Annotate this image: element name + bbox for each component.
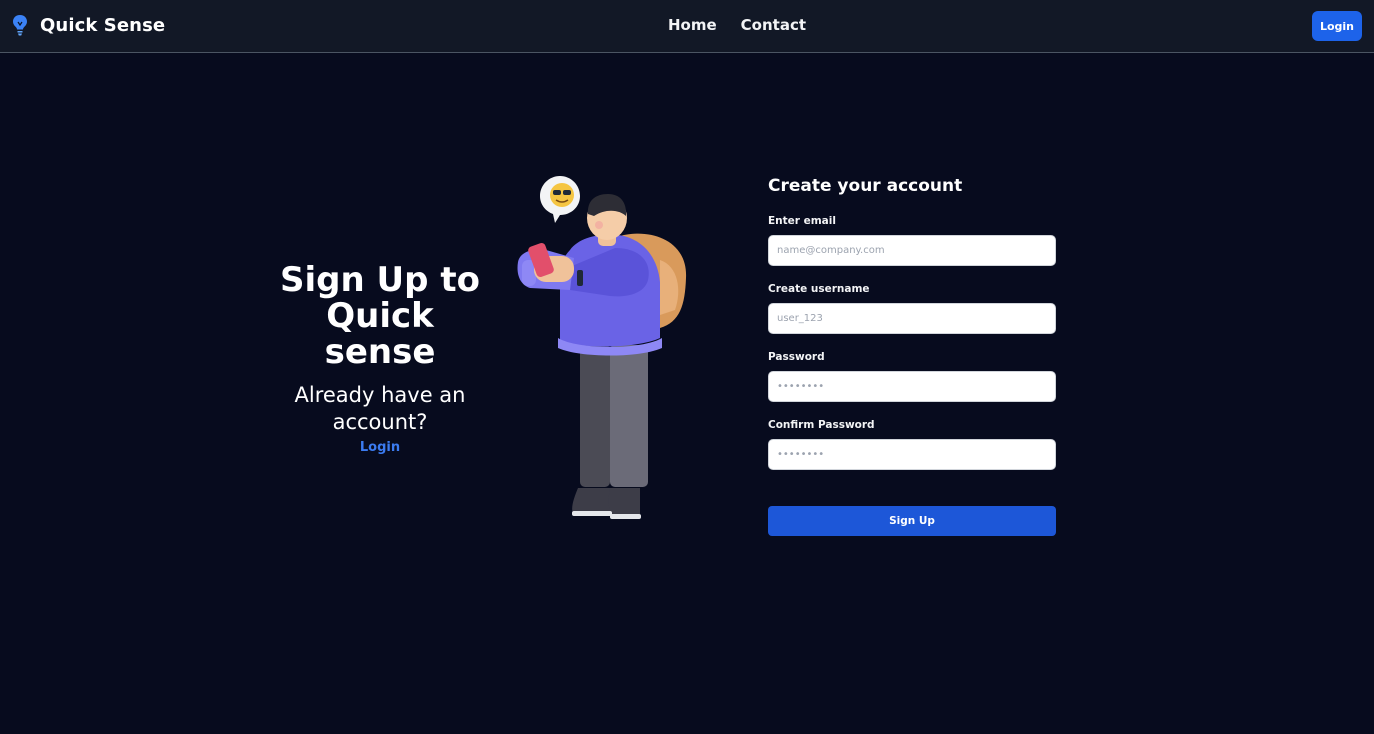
hero-text: Sign Up to Quick sense Already have an a…	[280, 262, 480, 455]
hero-login-link[interactable]: Login	[280, 440, 480, 455]
signup-form: Create your account Enter email Create u…	[768, 176, 1056, 536]
person-illustration	[517, 176, 687, 519]
brand[interactable]: Quick Sense	[11, 13, 165, 37]
hero-subtitle: Already have an account?	[294, 383, 466, 434]
nav-login-button[interactable]: Login	[1312, 11, 1362, 41]
password-label: Password	[768, 351, 825, 363]
nav-links: Home Contact	[668, 16, 830, 34]
password-field-group: Password	[768, 351, 1056, 402]
confirm-password-label: Confirm Password	[768, 419, 875, 431]
email-label: Enter email	[768, 215, 836, 227]
navbar: Quick Sense Home Contact Login	[0, 0, 1374, 53]
sign-up-button[interactable]: Sign Up	[768, 506, 1056, 536]
brand-name: Quick Sense	[40, 14, 166, 36]
nav-link-contact[interactable]: Contact	[741, 16, 806, 34]
username-label: Create username	[768, 283, 870, 295]
confirm-password-field-group: Confirm Password	[768, 419, 1056, 470]
lightbulb-icon	[13, 15, 27, 36]
nav-link-home[interactable]: Home	[668, 16, 717, 34]
password-input[interactable]	[768, 371, 1056, 402]
email-field-group: Enter email	[768, 215, 1056, 266]
form-title: Create your account	[768, 176, 963, 196]
email-input[interactable]	[768, 235, 1056, 266]
username-input[interactable]	[768, 303, 1056, 334]
username-field-group: Create username	[768, 283, 1056, 334]
hero-title: Sign Up to Quick sense	[280, 260, 480, 372]
confirm-password-input[interactable]	[768, 439, 1056, 470]
